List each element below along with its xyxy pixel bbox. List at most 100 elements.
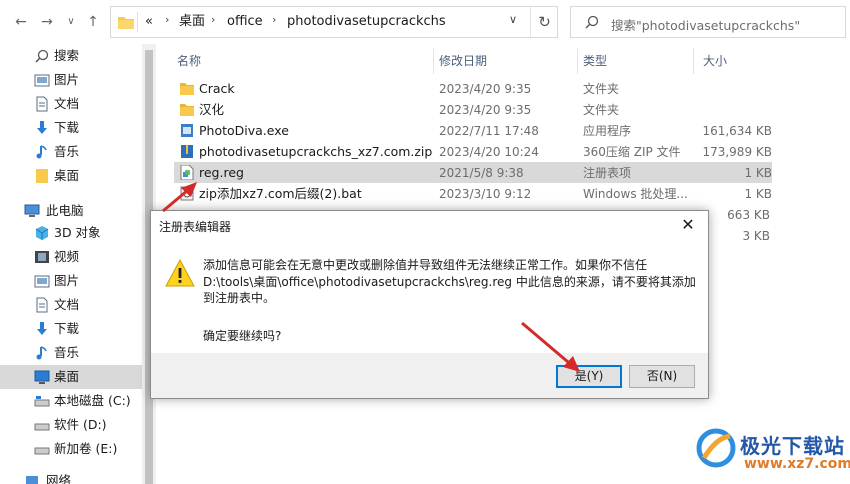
- registry-file-icon: [180, 165, 194, 180]
- column-header-size[interactable]: 大小: [703, 52, 727, 69]
- breadcrumb-arrow-icon[interactable]: ›: [211, 13, 215, 26]
- drive-icon: [34, 396, 50, 407]
- address-bar[interactable]: « › 桌面 › office › photodivasetupcrackchs…: [110, 6, 558, 38]
- address-row: ← → ∨ ↑ « › 桌面 › office › photodivasetup…: [0, 0, 850, 44]
- download-icon: [37, 121, 47, 134]
- column-divider[interactable]: [693, 48, 694, 74]
- file-row[interactable]: Crack 2023/4/20 9:35 文件夹: [174, 78, 772, 99]
- drive-icon: [34, 423, 50, 431]
- address-dropdown-icon[interactable]: ∨: [509, 13, 517, 26]
- sidebar-item-label: 文档: [54, 96, 80, 111]
- sidebar-item-videos[interactable]: 视频: [0, 245, 142, 269]
- sidebar-item-label: 3D 对象: [54, 225, 101, 240]
- close-icon[interactable]: ✕: [678, 215, 698, 234]
- sidebar-item-desktop[interactable]: 桌面: [0, 365, 142, 389]
- sidebar-item-downloads[interactable]: 下载: [0, 116, 142, 140]
- 3d-objects-icon: [35, 226, 49, 240]
- zip-icon: [181, 145, 193, 158]
- sidebar-item-3d-objects[interactable]: 3D 对象: [0, 221, 142, 245]
- search-icon: [35, 49, 49, 63]
- sidebar-item-label: 文档: [54, 297, 80, 312]
- folder-icon: [118, 17, 134, 29]
- sidebar-item-label: 本地磁盘 (C:): [54, 393, 131, 408]
- music-icon: [36, 145, 47, 159]
- drive-icon: [34, 447, 50, 455]
- breadcrumb-arrow-icon[interactable]: ›: [165, 13, 169, 26]
- sidebar-item-label: 网络: [46, 473, 72, 484]
- column-divider[interactable]: [433, 48, 434, 74]
- file-type: Windows 批处理...: [583, 187, 688, 201]
- file-size: 173,989 KB: [702, 145, 772, 159]
- file-size: 161,634 KB: [702, 124, 772, 138]
- navigation-pane: 搜索 图片 文档 下载 音乐 桌面 此电脑 3D 对象 视频 图片 文档 下载 …: [0, 44, 142, 484]
- documents-icon: [36, 297, 48, 313]
- sidebar-item-label: 图片: [54, 72, 80, 87]
- recent-chevron-icon[interactable]: ∨: [62, 12, 80, 32]
- network-icon: [26, 476, 38, 484]
- dialog-message: 添加信息可能会在无意中更改或删除值并导致组件无法继续正常工作。如果你不信任 D:…: [203, 258, 696, 305]
- breadcrumb-overflow[interactable]: «: [145, 14, 153, 30]
- forward-icon[interactable]: →: [38, 12, 56, 32]
- file-row[interactable]: zip添加xz7.com后缀(2).bat 2023/3/10 9:12 Win…: [174, 183, 772, 204]
- file-row[interactable]: photodivasetupcrackchs_xz7.com.zip 2023/…: [174, 141, 772, 162]
- sidebar-item-music[interactable]: 音乐: [0, 140, 142, 164]
- column-header-type[interactable]: 类型: [583, 52, 607, 69]
- dialog-titlebar[interactable]: 注册表编辑器 ✕: [151, 211, 708, 241]
- sidebar-item-label: 图片: [54, 273, 80, 288]
- file-name: zip添加xz7.com后缀(2).bat: [199, 186, 362, 201]
- breadcrumb-desktop[interactable]: 桌面: [179, 14, 205, 30]
- bat-icon: [180, 186, 194, 201]
- file-name: Crack: [199, 81, 235, 96]
- sidebar-item-label: 下载: [54, 321, 80, 336]
- download-icon: [37, 322, 47, 335]
- music-icon: [36, 346, 47, 360]
- file-type: 注册表项: [583, 166, 632, 180]
- back-icon[interactable]: ←: [12, 12, 30, 32]
- file-date: 2023/4/20 10:24: [439, 145, 539, 159]
- sidebar-item-this-pc[interactable]: 此电脑: [0, 199, 142, 223]
- watermark-brand: 极光下载站: [740, 434, 845, 458]
- folder-icon: [180, 83, 194, 95]
- file-row-selected[interactable]: reg.reg 2021/5/8 9:38 注册表项 1 KB: [174, 162, 772, 183]
- refresh-icon[interactable]: ↻: [530, 7, 558, 37]
- video-icon: [35, 251, 49, 263]
- sidebar-item-documents[interactable]: 文档: [0, 92, 142, 116]
- yes-button[interactable]: 是(Y): [556, 365, 622, 388]
- breadcrumb-office[interactable]: office: [227, 14, 263, 30]
- sidebar-item-label: 音乐: [54, 345, 80, 360]
- sidebar-item-downloads-pc[interactable]: 下载: [0, 317, 142, 341]
- file-type: 360压缩 ZIP 文件: [583, 145, 681, 159]
- sidebar-item-network[interactable]: 网络: [0, 469, 142, 484]
- dialog-footer: 是(Y) 否(N): [151, 353, 708, 398]
- file-type: 文件夹: [583, 82, 620, 96]
- desktop-folder-icon: [36, 169, 48, 183]
- pictures-icon: [34, 74, 50, 87]
- file-name: photodivasetupcrackchs_xz7.com.zip: [199, 144, 433, 159]
- file-type: 应用程序: [583, 124, 632, 138]
- search-input[interactable]: 搜索"photodivasetupcrackchs": [570, 6, 846, 38]
- sidebar-item-drive-c[interactable]: 本地磁盘 (C:): [0, 389, 142, 413]
- sidebar-item-drive-d[interactable]: 软件 (D:): [0, 413, 142, 437]
- documents-icon: [36, 96, 48, 112]
- sidebar-item-music-pc[interactable]: 音乐: [0, 341, 142, 365]
- file-row[interactable]: PhotoDiva.exe 2022/7/11 17:48 应用程序 161,6…: [174, 120, 772, 141]
- file-name: PhotoDiva.exe: [199, 123, 289, 138]
- breadcrumb-arrow-icon[interactable]: ›: [272, 13, 276, 26]
- sidebar-item-documents-pc[interactable]: 文档: [0, 293, 142, 317]
- sidebar-item-label: 视频: [54, 249, 80, 264]
- column-header-name[interactable]: 名称: [177, 52, 201, 69]
- brand-logo-icon: [696, 428, 736, 468]
- sidebar-item-search[interactable]: 搜索: [0, 44, 142, 68]
- sidebar-item-pictures[interactable]: 图片: [0, 68, 142, 92]
- column-divider[interactable]: [577, 48, 578, 74]
- sidebar-item-pictures-pc[interactable]: 图片: [0, 269, 142, 293]
- file-row[interactable]: 汉化 2023/4/20 9:35 文件夹: [174, 99, 772, 120]
- sidebar-item-drive-e[interactable]: 新加卷 (E:): [0, 437, 142, 461]
- column-header-date[interactable]: 修改日期: [439, 52, 487, 69]
- sidebar-item-desktop-quick[interactable]: 桌面: [0, 164, 142, 188]
- up-icon[interactable]: ↑: [84, 12, 102, 32]
- no-button[interactable]: 否(N): [629, 365, 695, 388]
- desktop-icon: [34, 370, 50, 384]
- dialog-question: 确定要继续吗?: [203, 329, 282, 343]
- breadcrumb-current[interactable]: photodivasetupcrackchs: [287, 14, 446, 30]
